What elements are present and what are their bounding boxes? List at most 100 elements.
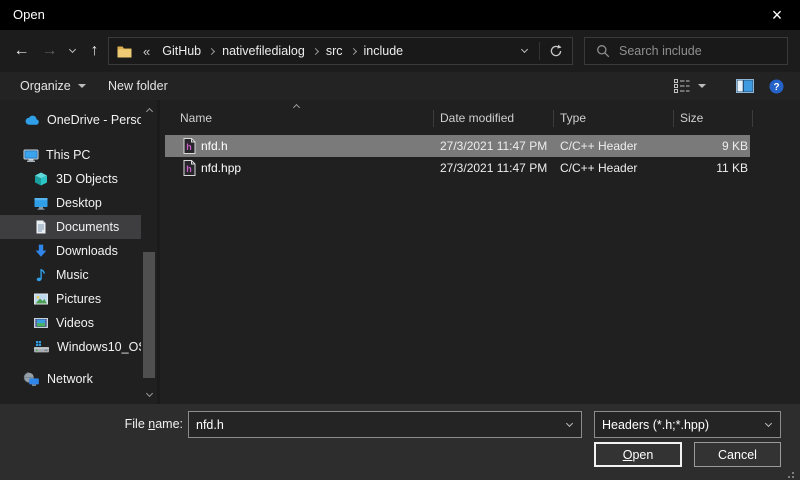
header-file-icon: h: [183, 160, 196, 176]
sidebar-scrollbar[interactable]: [141, 100, 157, 404]
column-header-size[interactable]: Size: [680, 104, 703, 132]
address-bar[interactable]: « GitHub nativefiledialog src include: [108, 37, 573, 65]
file-rows: h nfd.h 27/3/2021 11:47 PM C/C++ Header …: [160, 135, 800, 179]
sidebar-item-pictures[interactable]: Pictures: [0, 287, 141, 311]
file-row-nfd-hpp[interactable]: h nfd.hpp 27/3/2021 11:47 PM C/C++ Heade…: [160, 157, 800, 179]
address-bar-controls: [509, 38, 572, 64]
chevron-down-icon: [145, 389, 152, 396]
music-icon: [33, 267, 49, 283]
navigation-bar: ← → ↑ « GitHub nativefiledialog src: [0, 30, 800, 72]
dialog-footer: File name: Headers (*.h;*.hpp) Open Canc…: [0, 404, 800, 480]
recent-locations-button[interactable]: [63, 30, 81, 72]
address-dropdown-button[interactable]: [509, 38, 539, 64]
file-name-label: File name:: [0, 411, 183, 438]
file-name-combobox[interactable]: [188, 411, 582, 438]
column-divider[interactable]: [553, 110, 554, 127]
sidebar-item-label: Music: [56, 268, 89, 282]
file-name-input[interactable]: [189, 418, 557, 432]
breadcrumb-item[interactable]: GitHub: [155, 44, 208, 58]
breadcrumb-overflow-button[interactable]: «: [138, 44, 155, 59]
sidebar-item-label: Windows10_OS (: [57, 340, 141, 354]
details-view-icon: [674, 79, 691, 93]
command-toolbar: Organize New folder: [0, 72, 800, 100]
help-button[interactable]: ?: [761, 72, 792, 100]
column-header-name[interactable]: Name: [180, 104, 212, 132]
refresh-icon: [549, 44, 563, 58]
cube-icon: [33, 171, 49, 187]
file-size: 9 KB: [673, 135, 748, 157]
sidebar-item-3d-objects[interactable]: 3D Objects: [0, 167, 141, 191]
sidebar-item-videos[interactable]: Videos: [0, 311, 141, 335]
resize-grip[interactable]: [792, 472, 794, 474]
sidebar-item-this-pc[interactable]: This PC: [0, 143, 141, 167]
search-box[interactable]: [584, 37, 788, 65]
navigation-sidebar: OneDrive - Persor This PC: [0, 100, 160, 404]
sidebar-item-network[interactable]: Network: [0, 367, 141, 391]
file-type-select[interactable]: Headers (*.h;*.hpp): [594, 411, 781, 438]
organize-button[interactable]: Organize: [12, 72, 94, 100]
chevron-down-icon: [68, 46, 75, 53]
scroll-up-button[interactable]: [141, 103, 157, 116]
refresh-button[interactable]: [540, 38, 572, 64]
breadcrumb-separator-icon[interactable]: [312, 47, 319, 54]
back-button[interactable]: ←: [8, 30, 35, 72]
search-input[interactable]: [619, 44, 787, 58]
dialog-content: OneDrive - Persor This PC: [0, 100, 800, 404]
videos-icon: [33, 315, 49, 331]
breadcrumb-item[interactable]: nativefiledialog: [215, 44, 312, 58]
sidebar-item-label: Downloads: [56, 244, 118, 258]
sidebar-item-desktop[interactable]: Desktop: [0, 191, 141, 215]
up-button[interactable]: ↑: [81, 30, 108, 72]
open-button-text: pen: [632, 448, 653, 462]
sidebar-item-label: 3D Objects: [56, 172, 118, 186]
column-divider[interactable]: [433, 110, 434, 127]
column-divider[interactable]: [673, 110, 674, 127]
breadcrumb-item[interactable]: src: [319, 44, 350, 58]
downloads-icon: [33, 243, 49, 259]
sidebar-item-documents[interactable]: Documents: [0, 215, 141, 239]
file-row-nfd-h[interactable]: h nfd.h 27/3/2021 11:47 PM C/C++ Header …: [160, 135, 800, 157]
window-title: Open: [13, 0, 45, 30]
folder-icon: [117, 45, 132, 58]
cancel-button-text: Cancel: [718, 448, 757, 462]
sidebar-item-label: This PC: [46, 148, 90, 162]
preview-pane-button[interactable]: [728, 72, 762, 100]
breadcrumb-item[interactable]: include: [357, 44, 411, 58]
search-icon: [596, 44, 610, 58]
sidebar-item-downloads[interactable]: Downloads: [0, 239, 141, 263]
sidebar-item-label: Pictures: [56, 292, 101, 306]
sidebar-item-onedrive[interactable]: OneDrive - Persor: [0, 108, 141, 132]
change-view-button[interactable]: [666, 72, 714, 100]
column-header-type[interactable]: Type: [560, 104, 586, 132]
open-button[interactable]: Open: [594, 442, 682, 467]
sidebar-item-label: Documents: [56, 220, 119, 234]
file-name: nfd.h: [201, 135, 228, 157]
breadcrumb-separator-icon[interactable]: [349, 47, 356, 54]
sidebar-item-windows-drive[interactable]: Windows10_OS (: [0, 335, 141, 359]
new-folder-button[interactable]: New folder: [100, 72, 176, 100]
file-type-dropdown-button[interactable]: [756, 424, 780, 426]
scroll-down-button[interactable]: [141, 388, 157, 401]
column-header-date-modified[interactable]: Date modified: [440, 104, 514, 132]
scrollbar-thumb[interactable]: [143, 252, 155, 378]
file-type: C/C++ Header: [560, 135, 637, 157]
column-divider[interactable]: [752, 110, 753, 127]
cancel-button[interactable]: Cancel: [694, 442, 781, 467]
chevron-up-icon: [145, 107, 152, 114]
sidebar-item-music[interactable]: Music: [0, 263, 141, 287]
title-bar: Open ×: [0, 0, 800, 30]
new-folder-label: New folder: [108, 79, 168, 93]
close-button[interactable]: ×: [754, 0, 800, 30]
forward-button[interactable]: →: [36, 30, 63, 72]
breadcrumb-separator-icon[interactable]: [208, 47, 215, 54]
chevron-down-icon: [764, 419, 771, 426]
help-icon: ?: [769, 79, 784, 94]
drive-icon: [33, 339, 50, 355]
file-name-dropdown-button[interactable]: [557, 424, 581, 426]
file-type-value: Headers (*.h;*.hpp): [602, 418, 709, 432]
svg-text:h: h: [186, 142, 192, 152]
documents-icon: [33, 219, 49, 235]
caret-down-icon: [698, 84, 706, 88]
sidebar-item-label: OneDrive - Persor: [47, 113, 141, 127]
caret-down-icon: [78, 84, 86, 88]
